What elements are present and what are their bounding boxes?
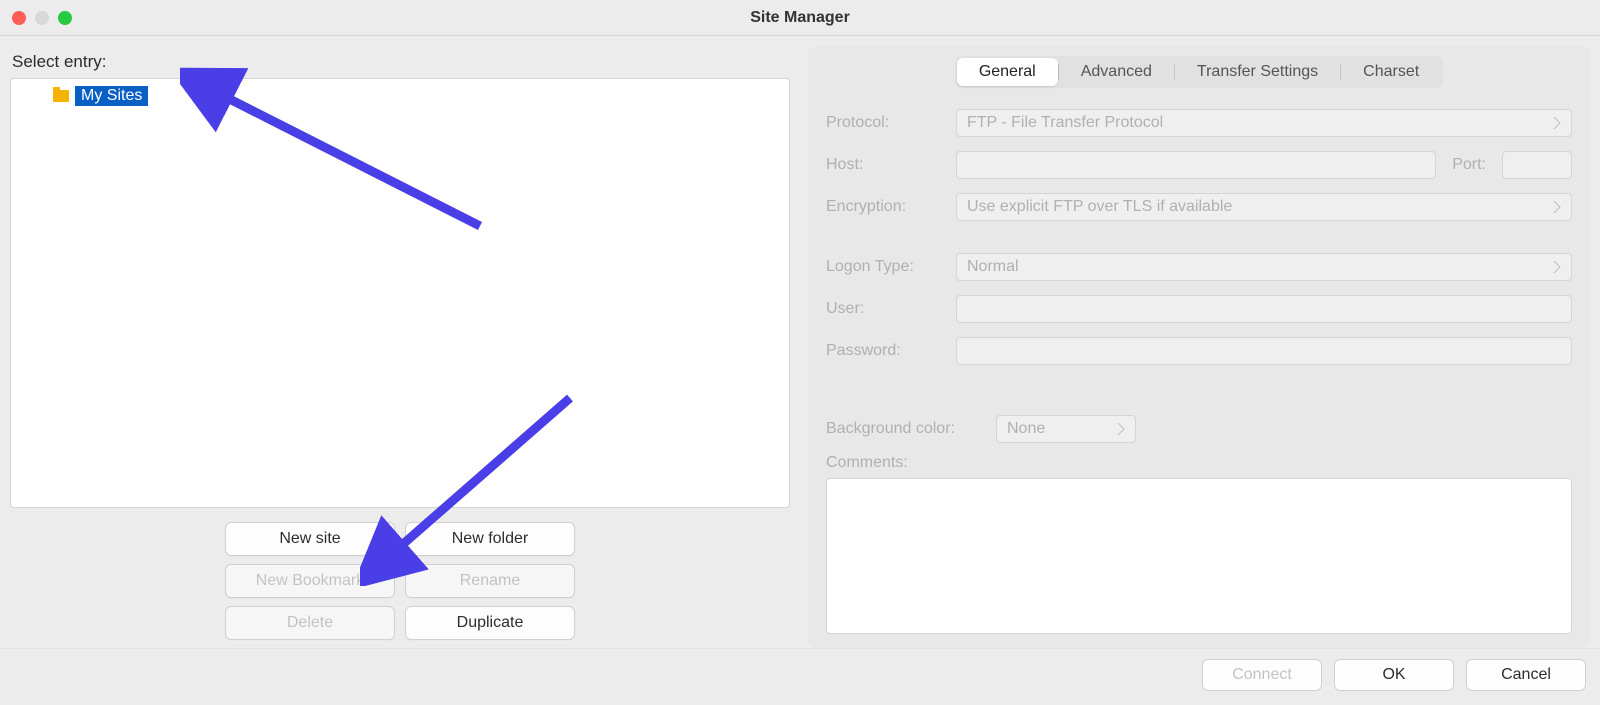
entry-buttons: New site New folder New Bookmark Rename … [10, 508, 790, 648]
port-input[interactable] [1502, 151, 1572, 179]
encryption-label: Encryption: [826, 198, 946, 216]
delete-button: Delete [225, 606, 395, 640]
dialog-footer: Connect OK Cancel [0, 648, 1600, 705]
logon-type-select[interactable]: Normal [956, 253, 1572, 281]
left-panel: Select entry: My Sites New site New fold… [10, 46, 790, 648]
settings-tabs: General Advanced Transfer Settings Chars… [955, 56, 1443, 88]
bgcolor-label: Background color: [826, 420, 986, 438]
new-folder-button[interactable]: New folder [405, 522, 575, 556]
titlebar: Site Manager [0, 0, 1600, 36]
tree-root-row[interactable]: My Sites [49, 85, 785, 107]
tab-general[interactable]: General [957, 58, 1058, 86]
password-label: Password: [826, 342, 946, 360]
user-label: User: [826, 300, 946, 318]
password-input[interactable] [956, 337, 1572, 365]
tab-transfer[interactable]: Transfer Settings [1175, 58, 1340, 86]
tab-charset[interactable]: Charset [1341, 58, 1441, 86]
select-entry-label: Select entry: [12, 52, 790, 72]
cancel-button[interactable]: Cancel [1466, 659, 1586, 691]
tree-root-label: My Sites [75, 86, 148, 106]
host-label: Host: [826, 156, 946, 174]
logon-type-label: Logon Type: [826, 258, 946, 276]
comments-textarea[interactable] [826, 478, 1572, 634]
folder-icon [53, 90, 69, 102]
tab-advanced[interactable]: Advanced [1059, 58, 1174, 86]
right-panel: General Advanced Transfer Settings Chars… [808, 46, 1590, 648]
comments-label: Comments: [826, 454, 1572, 472]
protocol-select[interactable]: FTP - File Transfer Protocol [956, 109, 1572, 137]
site-tree[interactable]: My Sites [10, 78, 790, 508]
rename-button: Rename [405, 564, 575, 598]
bgcolor-select[interactable]: None [996, 415, 1136, 443]
protocol-label: Protocol: [826, 114, 946, 132]
host-input[interactable] [956, 151, 1436, 179]
new-site-button[interactable]: New site [225, 522, 395, 556]
ok-button[interactable]: OK [1334, 659, 1454, 691]
user-input[interactable] [956, 295, 1572, 323]
new-bookmark-button: New Bookmark [225, 564, 395, 598]
window-title: Site Manager [0, 9, 1600, 27]
port-label: Port: [1446, 156, 1492, 174]
encryption-select[interactable]: Use explicit FTP over TLS if available [956, 193, 1572, 221]
site-manager-window: Site Manager Select entry: My Sites [0, 0, 1600, 705]
duplicate-button[interactable]: Duplicate [405, 606, 575, 640]
connect-button: Connect [1202, 659, 1322, 691]
content-area: Select entry: My Sites New site New fold… [0, 36, 1600, 648]
